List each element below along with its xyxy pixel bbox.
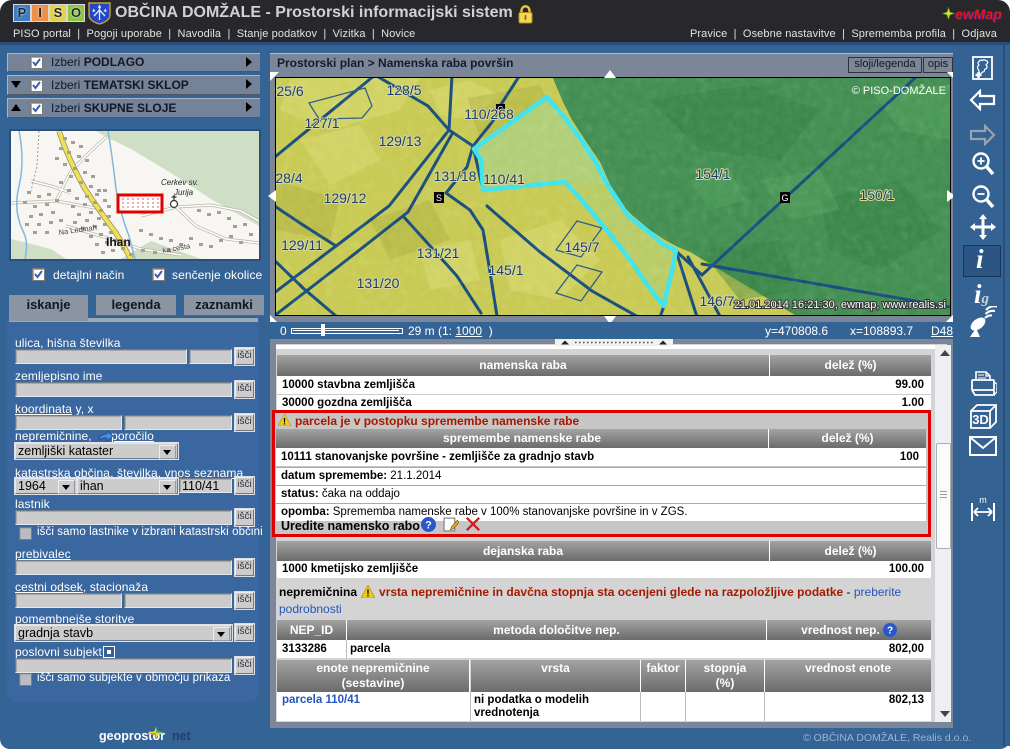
svg-text:Na Ledinah: Na Ledinah <box>58 223 97 237</box>
svg-text:3D: 3D <box>972 412 989 427</box>
svg-text:S: S <box>436 193 442 203</box>
svg-text:Cerkev sv.: Cerkev sv. <box>161 178 198 187</box>
svg-text:!: ! <box>283 417 286 427</box>
svg-text:128/5: 128/5 <box>386 82 421 98</box>
svg-text:154/1: 154/1 <box>695 166 730 182</box>
svg-text:127/1: 127/1 <box>304 115 339 131</box>
svg-text:129/11: 129/11 <box>281 237 323 253</box>
svg-text:21.01.2014 16:21:30, ewmap, ww: 21.01.2014 16:21:30, ewmap, www.realis.s… <box>734 299 946 311</box>
svg-text:110/41: 110/41 <box>483 171 525 187</box>
svg-text:129/12: 129/12 <box>324 190 367 206</box>
svg-text:129/13: 129/13 <box>379 133 422 149</box>
svg-text:110/268: 110/268 <box>464 106 514 122</box>
svg-text:131/20: 131/20 <box>357 275 400 291</box>
svg-text:!: ! <box>366 588 369 598</box>
svg-text:?: ? <box>887 626 893 637</box>
svg-text:25/6: 25/6 <box>276 83 303 99</box>
svg-text:145/7: 145/7 <box>564 239 599 255</box>
svg-text:28/4: 28/4 <box>276 170 303 186</box>
svg-text:Jurija: Jurija <box>173 188 194 197</box>
svg-text:145/1: 145/1 <box>488 262 523 278</box>
svg-text:131/21: 131/21 <box>417 245 460 261</box>
svg-text:?: ? <box>425 519 432 531</box>
svg-text:m: m <box>979 495 987 505</box>
svg-text:Ihan: Ihan <box>106 235 131 249</box>
svg-text:131/18: 131/18 <box>434 168 477 184</box>
svg-text:G: G <box>781 193 788 203</box>
svg-text:© PISO-DOMŽALE: © PISO-DOMŽALE <box>852 84 946 97</box>
svg-text:146/7: 146/7 <box>699 293 734 309</box>
svg-text:150/1: 150/1 <box>859 187 894 203</box>
